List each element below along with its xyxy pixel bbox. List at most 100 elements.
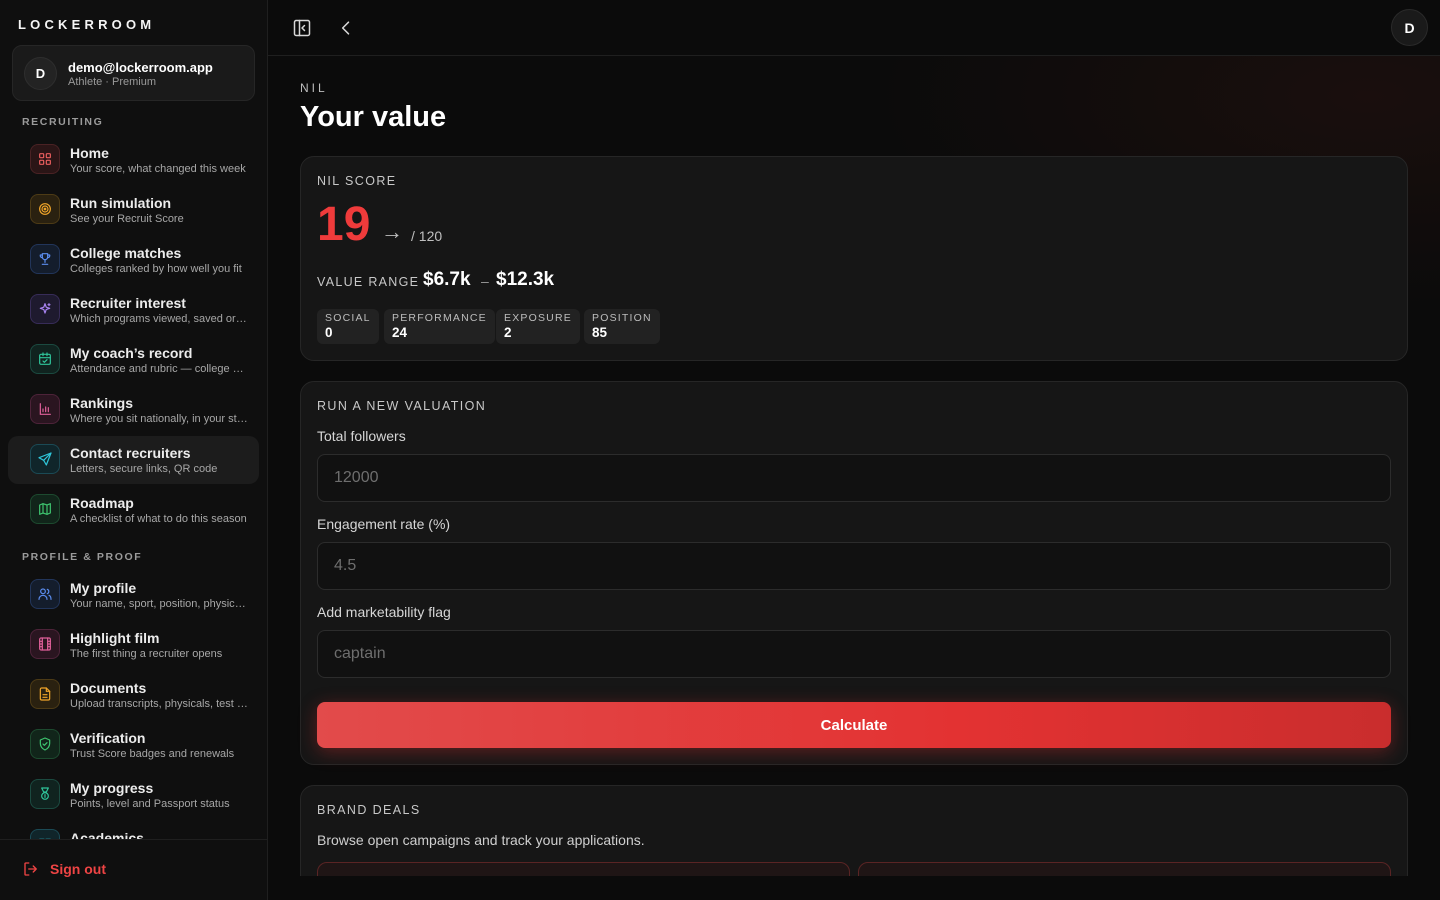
- chip-value: 0: [325, 325, 333, 340]
- sidebar-item-subtitle: Trust Score badges and renewals: [70, 748, 235, 760]
- brand-deals-description: Browse open campaigns and track your app…: [317, 832, 645, 848]
- account-email: demo@lockerroom.app: [68, 60, 213, 75]
- send-icon: [30, 444, 60, 474]
- followers-label: Total followers: [317, 428, 406, 444]
- brand-logo[interactable]: LOCKERROOM: [18, 17, 155, 32]
- sidebar-item-title: My progress: [70, 780, 154, 796]
- sidebar-item-roadmap[interactable]: Roadmap A checklist of what to do this s…: [8, 486, 259, 534]
- logout-icon: [24, 862, 37, 876]
- sidebar-item-recruiter-interest[interactable]: Recruiter interest Which programs viewed…: [8, 286, 259, 334]
- sidebar-item-subtitle: Your name, sport, position, physicals: [70, 598, 248, 610]
- engagement-input[interactable]: [317, 542, 1391, 590]
- sidebar-item-subtitle: See your Recruit Score: [70, 213, 184, 225]
- sidebar-item-title: My profile: [70, 580, 137, 596]
- sidebar-item-title: Recruiter interest: [70, 295, 186, 311]
- sidebar-item-subtitle: Attendance and rubric — college coaches …: [70, 363, 248, 375]
- sidebar-nav[interactable]: RECRUITING Home Your score, what changed…: [0, 108, 267, 839]
- sidebar-footer: Sign out: [0, 839, 267, 900]
- sidebar-item-subtitle: Points, level and Passport status: [70, 798, 230, 810]
- sidebar-item-run-simulation[interactable]: Run simulation See your Recruit Score: [8, 186, 259, 234]
- nil-score-value: 19: [317, 198, 371, 251]
- value-range-separator: –: [481, 273, 489, 289]
- marketability-flag-input[interactable]: [317, 630, 1391, 678]
- chip-value: 2: [504, 325, 512, 340]
- sparkle-icon: [30, 294, 60, 324]
- sidebar-item-subtitle: The first thing a recruiter opens: [70, 648, 223, 660]
- chip-value: 24: [392, 325, 408, 340]
- nil-score-label: NIL SCORE: [317, 174, 397, 188]
- deal-tile-campaigns[interactable]: [317, 862, 850, 876]
- sidebar-item-subtitle: Letters, secure links, QR code: [70, 463, 218, 475]
- brand-deals-label: BRAND DEALS: [317, 803, 421, 817]
- chip-value: 85: [592, 325, 608, 340]
- sidebar-item-academics[interactable]: Academics: [8, 821, 259, 839]
- sidebar-item-subtitle: Which programs viewed, saved or messaged…: [70, 313, 248, 325]
- sidebar-item-subtitle: Your score, what changed this week: [70, 163, 246, 175]
- main-content: NIL Your value NIL SCORE 19 → / 120 VALU…: [268, 56, 1440, 876]
- sidebar-item-title: Home: [70, 145, 109, 161]
- sidebar-item-my-progress[interactable]: My progress Points, level and Passport s…: [8, 771, 259, 819]
- trophy-icon: [30, 244, 60, 274]
- sidebar-item-title: Academics: [70, 830, 144, 839]
- user-avatar-button[interactable]: D: [1391, 9, 1428, 46]
- target-icon: [30, 194, 60, 224]
- sidebar-item-title: Roadmap: [70, 495, 134, 511]
- sidebar-item-title: Highlight film: [70, 630, 160, 646]
- sign-out-button[interactable]: Sign out: [22, 860, 106, 878]
- chip-label: SOCIAL: [325, 312, 371, 324]
- calculate-button[interactable]: Calculate: [317, 702, 1391, 748]
- sidebar-item-title: Contact recruiters: [70, 445, 191, 461]
- sidebar-item-college-matches[interactable]: College matches Colleges ranked by how w…: [8, 236, 259, 284]
- sidebar-item-contact-recruiters[interactable]: Contact recruiters Letters, secure links…: [8, 436, 259, 484]
- calendar-check-icon: [30, 344, 60, 374]
- sidebar-item-my-profile[interactable]: My profile Your name, sport, position, p…: [8, 571, 259, 619]
- nil-score-max: / 120: [411, 228, 443, 244]
- bar-chart-icon: [30, 394, 60, 424]
- users-icon: [30, 579, 60, 609]
- marketability-label: Add marketability flag: [317, 604, 451, 620]
- chevron-left-icon: [341, 21, 350, 35]
- book-icon: [30, 829, 60, 839]
- sidebar-panel-icon: [293, 19, 311, 37]
- brand-deals-card: BRAND DEALS Browse open campaigns and tr…: [300, 785, 1408, 876]
- grid-icon: [30, 144, 60, 174]
- account-card[interactable]: D demo@lockerroom.app Athlete · Premium: [12, 45, 255, 101]
- sidebar-item-subtitle: A checklist of what to do this season: [70, 513, 247, 525]
- value-range-label: VALUE RANGE: [317, 275, 420, 289]
- back-button[interactable]: [334, 16, 358, 40]
- map-icon: [30, 494, 60, 524]
- sidebar-item-title: College matches: [70, 245, 182, 261]
- followers-input[interactable]: [317, 454, 1391, 502]
- score-chip-social: SOCIAL 0: [317, 309, 379, 344]
- account-role: Athlete · Premium: [68, 76, 157, 88]
- sidebar-item-subtitle: Where you sit nationally, in your state …: [70, 413, 248, 425]
- chip-label: PERFORMANCE: [392, 312, 487, 324]
- shield-check-icon: [30, 729, 60, 759]
- sign-out-label: Sign out: [50, 861, 106, 877]
- section-label-recruiting: RECRUITING: [22, 116, 104, 128]
- sidebar-item-title: Verification: [70, 730, 146, 746]
- sidebar-item-highlight-film[interactable]: Highlight film The first thing a recruit…: [8, 621, 259, 669]
- page-title: Your value: [300, 101, 447, 133]
- value-range-low: $6.7k: [423, 269, 471, 290]
- toggle-sidebar-button[interactable]: [290, 16, 314, 40]
- sidebar-item-verification[interactable]: Verification Trust Score badges and rene…: [8, 721, 259, 769]
- valuation-label: RUN A NEW VALUATION: [317, 399, 487, 413]
- nil-score-card: NIL SCORE 19 → / 120 VALUE RANGE $6.7k –…: [300, 156, 1408, 361]
- page-eyebrow: NIL: [300, 81, 328, 95]
- sidebar: LOCKERROOM D demo@lockerroom.app Athlete…: [0, 0, 268, 900]
- score-chip-performance: PERFORMANCE 24: [384, 309, 495, 344]
- sidebar-item-title: My coach’s record: [70, 345, 193, 361]
- sidebar-item-rankings[interactable]: Rankings Where you sit nationally, in yo…: [8, 386, 259, 434]
- document-icon: [30, 679, 60, 709]
- sidebar-item-coach-record[interactable]: My coach’s record Attendance and rubric …: [8, 336, 259, 384]
- sidebar-item-title: Rankings: [70, 395, 134, 411]
- sidebar-item-home[interactable]: Home Your score, what changed this week: [8, 136, 259, 184]
- sidebar-item-title: Documents: [70, 680, 147, 696]
- sidebar-item-subtitle: Upload transcripts, physicals, test scor…: [70, 698, 248, 710]
- section-label-profile-proof: PROFILE & PROOF: [22, 551, 143, 563]
- chip-label: EXPOSURE: [504, 312, 572, 324]
- sidebar-item-documents[interactable]: Documents Upload transcripts, physicals,…: [8, 671, 259, 719]
- deal-tile-applications[interactable]: [858, 862, 1391, 876]
- chip-label: POSITION: [592, 312, 652, 324]
